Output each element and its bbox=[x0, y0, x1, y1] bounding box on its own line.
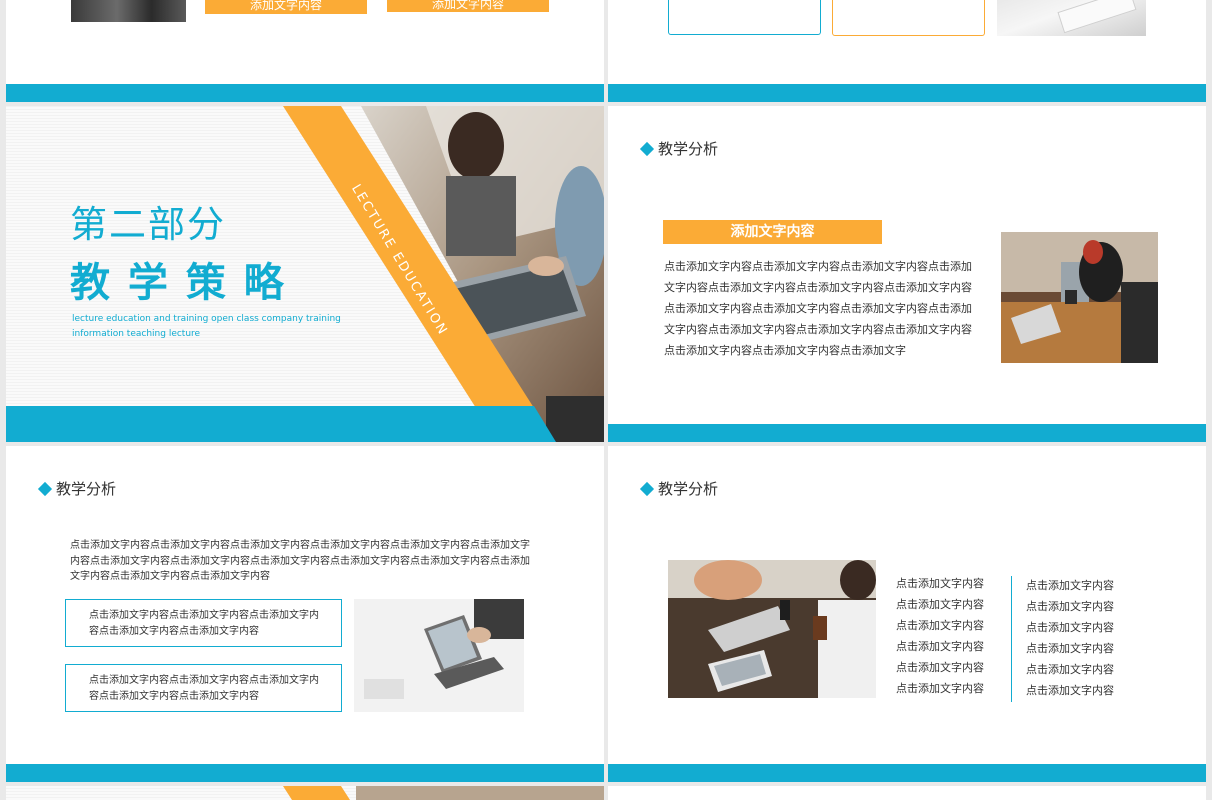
office-photo bbox=[71, 0, 186, 22]
footer-bar bbox=[608, 424, 1206, 442]
list-item: 点击添加文字内容 bbox=[896, 661, 984, 674]
text-column-2: 点击添加文字内容 点击添加文字内容 点击添加文字内容 点击添加文字内容 点击添加… bbox=[1026, 575, 1114, 701]
outline-box bbox=[832, 0, 985, 36]
footer-bar bbox=[6, 84, 604, 102]
text-line: 点击添加文字内容点击添加文字内容点击添加文字内 bbox=[89, 675, 319, 686]
add-text-button[interactable]: 添加文字内容 bbox=[387, 0, 549, 12]
slide-bottom-right bbox=[608, 786, 1206, 800]
list-item: 点击添加文字内容 bbox=[896, 619, 984, 632]
text-line: 容点击添加文字内容点击添加文字内容 bbox=[89, 690, 259, 702]
classroom-photo bbox=[283, 786, 604, 800]
diamond-icon bbox=[37, 481, 53, 496]
text-line: 点击添加文字内容点击添加文字内容点击添加文字内 bbox=[89, 610, 319, 621]
add-text-banner[interactable]: 添加文字内容 bbox=[663, 220, 882, 244]
list-item: 点击添加文字内容 bbox=[1026, 621, 1114, 634]
text-line: 容点击添加文字内容点击添加文字内容 bbox=[89, 625, 259, 637]
heading-text: 教学分析 bbox=[56, 480, 117, 498]
cafe-laptop-photo bbox=[1001, 232, 1158, 363]
footer-bar bbox=[608, 764, 1206, 782]
footer-bar bbox=[6, 764, 604, 782]
list-item: 点击添加文字内容 bbox=[1026, 600, 1114, 613]
add-text-button[interactable]: 添加文字内容 bbox=[205, 0, 367, 14]
tablet-photo bbox=[354, 599, 524, 712]
list-item: 点击添加文字内容 bbox=[1026, 642, 1114, 655]
section-en-line1: lecture education and training open clas… bbox=[72, 314, 341, 324]
slide-heading: 教学分析 bbox=[639, 138, 719, 159]
paragraph: 点击添加文字内容点击添加文字内容点击添加文字内容点击添加文字内容点击添加文字内容… bbox=[70, 538, 540, 585]
section-slide: LECTURE EDUCATION 第二部分 教 学 策 略 lecture e… bbox=[6, 106, 604, 442]
heading-text: 教学分析 bbox=[658, 480, 719, 498]
text-line: 点击添加文字内容点击添加文字内容点击添加文字内容点击添加文字内容点击添加文字内容… bbox=[70, 540, 530, 551]
outline-box bbox=[668, 0, 821, 35]
text-line: 文字内容点击添加文字内容点击添加文字内容点击添加文字内容 bbox=[664, 323, 972, 336]
list-item: 点击添加文字内容 bbox=[896, 682, 984, 695]
keyboard-photo bbox=[997, 0, 1146, 36]
text-line: 内容点击添加文字内容点击添加文字内容点击添加文字内容点击添加文字内容点击添加文字… bbox=[70, 555, 530, 567]
text-column-1: 点击添加文字内容 点击添加文字内容 点击添加文字内容 点击添加文字内容 点击添加… bbox=[896, 573, 984, 699]
slide-teaching-analysis-c: 教学分析 点击添加文字内容 点击添加文字内容 点击添加文字内容 点击添加文字内容… bbox=[608, 446, 1206, 782]
diamond-icon bbox=[639, 481, 655, 496]
column-divider bbox=[1011, 576, 1012, 702]
slide-bottom-left bbox=[6, 786, 604, 800]
footer-bar bbox=[608, 84, 1206, 102]
text-line: 文字内容点击添加文字内容点击添加文字内容 bbox=[70, 571, 270, 582]
coffee-table-photo bbox=[668, 560, 876, 698]
list-item: 点击添加文字内容 bbox=[1026, 684, 1114, 697]
text-line: 点击添加文字内容点击添加文字内容点击添加文字内容点击添加 bbox=[664, 302, 972, 315]
diamond-icon bbox=[639, 141, 655, 156]
list-item: 点击添加文字内容 bbox=[896, 598, 984, 611]
heading-text: 教学分析 bbox=[658, 140, 719, 158]
text-box[interactable]: 点击添加文字内容点击添加文字内容点击添加文字内 容点击添加文字内容点击添加文字内… bbox=[65, 664, 342, 712]
slide-top-right bbox=[608, 0, 1206, 102]
list-item: 点击添加文字内容 bbox=[896, 577, 984, 590]
list-item: 点击添加文字内容 bbox=[896, 640, 984, 653]
slide-heading: 教学分析 bbox=[37, 478, 117, 499]
slide-teaching-analysis-b: 教学分析 点击添加文字内容点击添加文字内容点击添加文字内容点击添加文字内容点击添… bbox=[6, 446, 604, 782]
text-line: 文字内容点击添加文字内容点击添加文字内容点击添加文字内容 bbox=[664, 281, 972, 294]
text-box[interactable]: 点击添加文字内容点击添加文字内容点击添加文字内 容点击添加文字内容点击添加文字内… bbox=[65, 599, 342, 647]
text-block: 点击添加文字内容点击添加文字内容点击添加文字内容点击添加 文字内容点击添加文字内… bbox=[664, 256, 994, 361]
section-en-line2: information teaching lecture bbox=[72, 329, 201, 339]
text-line: 点击添加文字内容点击添加文字内容点击添加文字 bbox=[664, 344, 906, 357]
section-subtitle: 教 学 策 略 bbox=[70, 260, 286, 306]
section-title: 第二部分 bbox=[70, 203, 226, 246]
list-item: 点击添加文字内容 bbox=[1026, 663, 1114, 676]
slide-heading: 教学分析 bbox=[639, 478, 719, 499]
list-item: 点击添加文字内容 bbox=[1026, 579, 1114, 592]
slide-teaching-analysis-a: 教学分析 添加文字内容 点击添加文字内容点击添加文字内容点击添加文字内容点击添加… bbox=[608, 106, 1206, 442]
text-line: 点击添加文字内容点击添加文字内容点击添加文字内容点击添加 bbox=[664, 260, 972, 273]
slide-top-left: 添加文字内容 添加文字内容 bbox=[6, 0, 604, 102]
